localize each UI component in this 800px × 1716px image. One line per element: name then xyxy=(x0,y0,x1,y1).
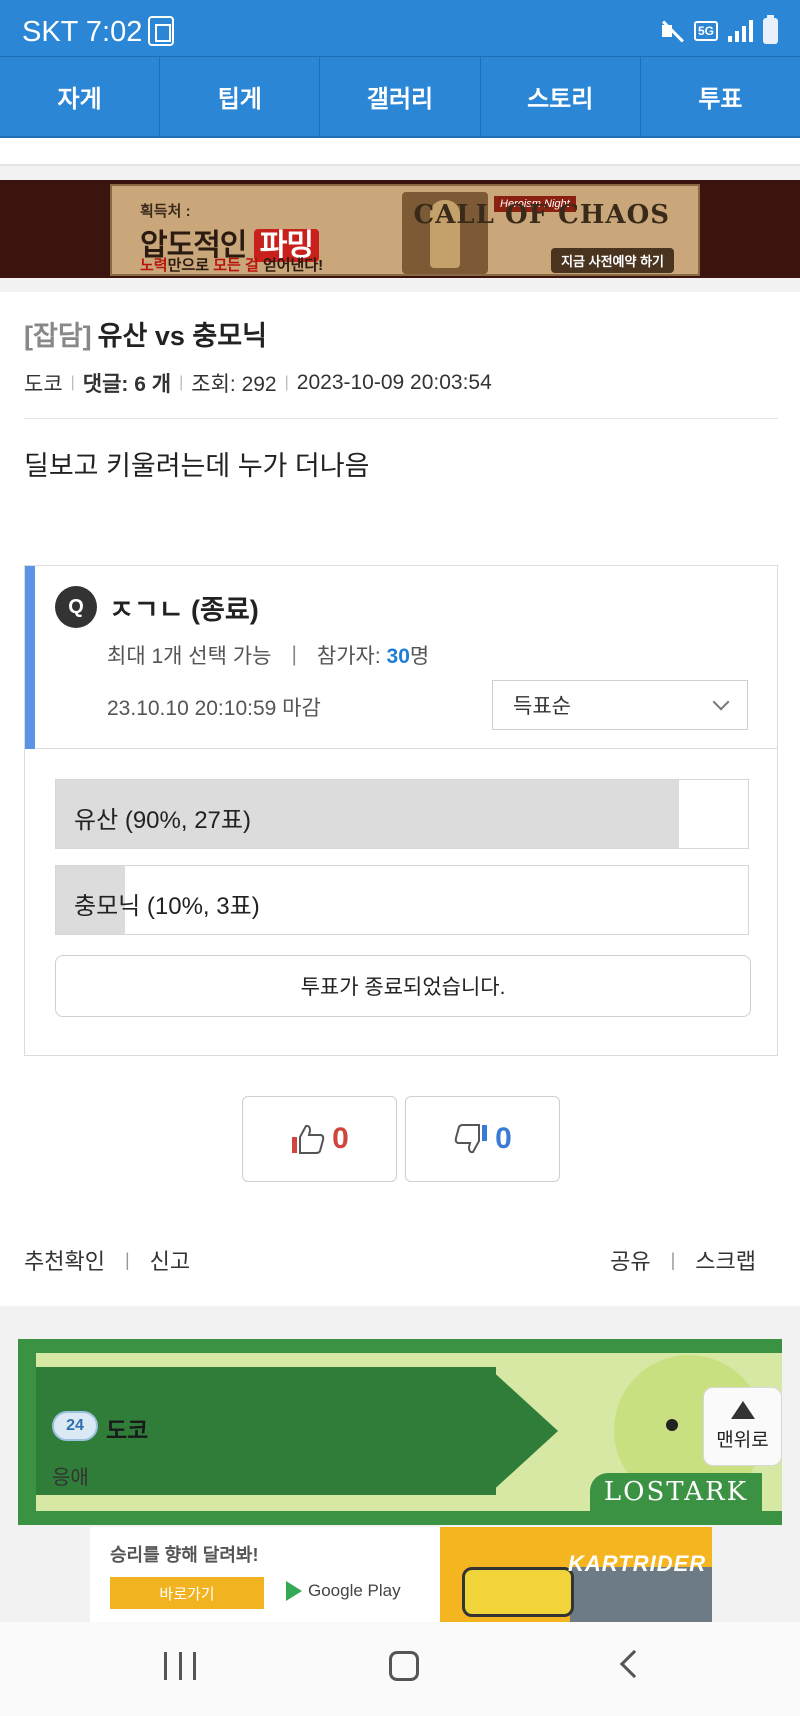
scroll-to-top-label: 맨위로 xyxy=(716,1430,769,1451)
top-ad-banner[interactable]: 획득처 : 압도적인 파밍 노력만으로 모든 걸 얻어낸다! Heroism N… xyxy=(0,180,800,278)
ad-cta-button[interactable]: 지금 사전예약 하기 xyxy=(551,248,674,273)
game-logo: LOSTARK xyxy=(589,1473,762,1511)
post-actions-right: 공유 | 스크랩 xyxy=(610,1244,756,1276)
poll-participants: 참가자: 30명 xyxy=(316,645,430,668)
bottom-ad-text: 승리를 향해 달려봐! xyxy=(110,1545,259,1565)
tab-poll[interactable]: 투표 xyxy=(641,57,800,136)
bottom-ad-banner[interactable]: 승리를 향해 달려봐! 바로가기 Google Play KARTRIDER xyxy=(90,1527,712,1622)
poll-info: 최대 1개 선택 가능 | 참가자: 30명 xyxy=(107,640,429,670)
chevron-down-icon xyxy=(712,693,730,711)
poll-question: ㅈㄱㄴ (종료) xyxy=(109,595,259,625)
recommend-check-link[interactable]: 추천확인 xyxy=(24,1244,105,1276)
network-type-icon: 5G xyxy=(693,21,718,41)
post-meta: 도코 | 댓글: 6 개 | 조회: 292 | 2023-10-09 20:0… xyxy=(24,368,492,398)
upvote-count: 0 xyxy=(332,1122,349,1155)
poll-sort-value: 득표순 xyxy=(513,695,571,718)
post-category: [잡담] xyxy=(24,321,92,351)
top-strip xyxy=(0,138,800,166)
recent-apps-icon[interactable] xyxy=(164,1652,196,1680)
author-subtitle: 응애 xyxy=(52,1467,89,1489)
poll-option: 유산 (90%, 27표) xyxy=(55,779,749,849)
poll-box: Q ㅈㄱㄴ (종료) 최대 1개 선택 가능 | 참가자: 30명 23.10.… xyxy=(24,565,778,1056)
tab-tip-board[interactable]: 팁게 xyxy=(160,57,321,136)
poll-option-label: 유산 (90%, 27표) xyxy=(74,807,251,834)
ad-content[interactable]: 획득처 : 압도적인 파밍 노력만으로 모든 걸 얻어낸다! Heroism N… xyxy=(110,184,700,276)
bottom-ad-go-button[interactable]: 바로가기 xyxy=(110,1577,264,1609)
carrier-app-icon xyxy=(148,16,174,46)
section-gap xyxy=(0,166,800,180)
mute-icon xyxy=(660,19,684,43)
author-card-panel xyxy=(36,1367,496,1495)
system-indicators: 5G xyxy=(660,15,778,44)
signal-icon xyxy=(728,20,753,42)
poll-accent-bar xyxy=(25,566,35,749)
home-icon[interactable] xyxy=(389,1651,419,1681)
author-card-arrow xyxy=(488,1367,558,1495)
back-icon[interactable] xyxy=(619,1649,649,1679)
upvote-button[interactable]: 0 xyxy=(242,1096,397,1182)
post-body: 딜보고 키울려는데 누가 더나음 xyxy=(24,451,370,481)
bottom-ad-brand: KARTRIDER xyxy=(568,1551,707,1576)
post-comments[interactable]: 댓글: 6 개 xyxy=(83,368,171,398)
ad-game-logo: CALL OF CHAOS xyxy=(413,200,670,230)
poll-sort-select[interactable]: 득표순 xyxy=(492,680,748,730)
post-datetime: 2023-10-09 20:03:54 xyxy=(296,371,492,394)
post-views: 조회: 292 xyxy=(191,373,277,396)
author-name[interactable]: 도코 xyxy=(106,1411,148,1445)
scroll-to-top-button[interactable]: 맨위로 xyxy=(703,1387,782,1466)
tab-story[interactable]: 스토리 xyxy=(481,57,641,136)
google-play-badge[interactable]: Google Play xyxy=(286,1581,401,1601)
post-title-text: 유산 vs 충모닉 xyxy=(97,321,267,351)
google-play-icon xyxy=(286,1581,302,1601)
section-gap xyxy=(0,278,800,292)
poll-limit: 최대 1개 선택 가능 xyxy=(107,645,272,668)
poll-option-label: 충모닉 (10%, 3표) xyxy=(74,893,260,920)
poll-deadline: 23.10.10 20:10:59 마감 xyxy=(107,697,321,720)
poll-option: 충모닉 (10%, 3표) xyxy=(55,865,749,935)
poll-info-separator: | xyxy=(291,643,297,666)
status-bar: SKT 7:02 5G xyxy=(0,0,800,58)
battery-icon xyxy=(763,15,778,44)
system-nav-bar xyxy=(0,1622,800,1716)
author-card: 24 도코 응애 LOSTARK xyxy=(18,1339,782,1525)
scrap-link[interactable]: 스크랩 xyxy=(695,1244,756,1276)
meta-separator: | xyxy=(70,374,75,391)
ad-subline: 노력만으로 모든 걸 얻어낸다! xyxy=(140,257,324,274)
post-author[interactable]: 도코 xyxy=(24,368,63,398)
poll-header: Q ㅈㄱㄴ (종료) 최대 1개 선택 가능 | 참가자: 30명 23.10.… xyxy=(25,566,777,749)
meta-separator: | xyxy=(284,374,289,391)
downvote-count: 0 xyxy=(495,1122,512,1155)
status-time: SKT 7:02 xyxy=(22,16,143,48)
share-link[interactable]: 공유 xyxy=(610,1244,650,1276)
action-separator: | xyxy=(670,1249,676,1270)
ad-small-text: 획득처 : xyxy=(140,203,191,220)
question-icon: Q xyxy=(55,586,97,628)
poll-ended-button: 투표가 종료되었습니다. xyxy=(55,955,751,1017)
tab-free-board[interactable]: 자게 xyxy=(0,57,161,136)
level-badge: 24 xyxy=(52,1411,98,1441)
thumbs-up-icon xyxy=(292,1124,325,1154)
action-separator: | xyxy=(124,1249,130,1270)
downvote-button[interactable]: 0 xyxy=(405,1096,560,1182)
post-actions-left: 추천확인 | 신고 xyxy=(24,1244,190,1276)
tab-gallery[interactable]: 갤러리 xyxy=(320,57,481,136)
meta-separator: | xyxy=(179,374,184,391)
board-nav: 자게 팁게 갤러리 스토리 투표 xyxy=(0,56,800,138)
thumbs-down-icon xyxy=(454,1124,488,1154)
divider xyxy=(24,418,778,419)
report-link[interactable]: 신고 xyxy=(150,1244,190,1276)
arrow-up-icon xyxy=(730,1401,755,1419)
post-title: [잡담] 유산 vs 충모닉 xyxy=(24,314,267,353)
bottom-ad-kart-image xyxy=(462,1567,574,1617)
